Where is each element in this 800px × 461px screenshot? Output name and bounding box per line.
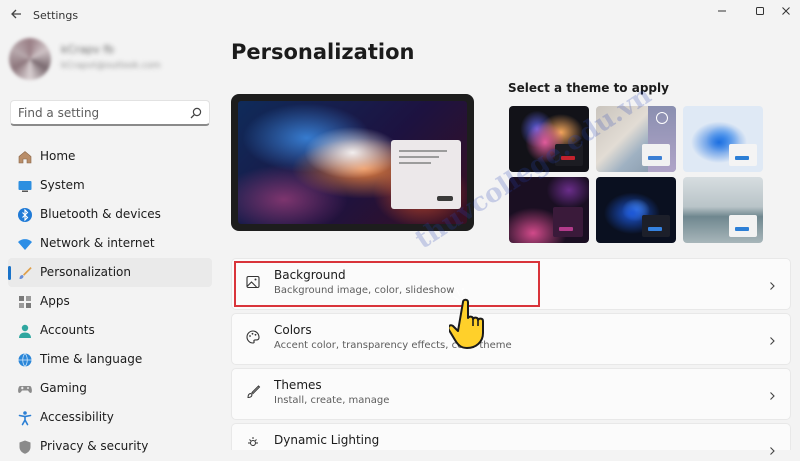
sidebar-item-system[interactable]: System	[8, 171, 212, 200]
title-bar: Settings	[0, 0, 800, 30]
back-arrow-icon[interactable]	[9, 8, 23, 22]
sidebar-item-accessibility[interactable]: Accessibility	[8, 403, 212, 432]
close-button[interactable]	[776, 4, 796, 22]
themes-card-subtitle: Install, create, manage	[274, 395, 390, 406]
sidebar-item-label: Accounts	[40, 323, 95, 337]
search-placeholder: Find a setting	[18, 106, 100, 120]
shield-icon	[17, 439, 33, 455]
sidebar-item-label: Time & language	[40, 352, 143, 366]
theme-thumbnail-6[interactable]	[683, 177, 763, 243]
gamepad-icon	[17, 381, 33, 397]
sidebar-item-label: Apps	[40, 294, 70, 308]
chevron-right-icon	[767, 386, 777, 400]
search-icon[interactable]	[189, 105, 203, 119]
pointing-hand-icon	[447, 288, 515, 354]
apps-icon	[17, 294, 33, 310]
sidebar-item-label: Gaming	[40, 381, 87, 395]
sidebar-item-network[interactable]: Network & internet	[8, 229, 212, 258]
sidebar-item-privacy-security[interactable]: Privacy & security	[8, 432, 212, 461]
sidebar-item-bluetooth[interactable]: Bluetooth & devices	[8, 200, 212, 229]
chevron-right-icon	[767, 276, 777, 290]
sidebar-item-label: Personalization	[40, 265, 131, 279]
globe-icon	[17, 352, 33, 368]
maximize-button[interactable]	[750, 4, 770, 22]
sidebar-item-home[interactable]: Home	[8, 142, 212, 171]
dynamic-lighting-card-title: Dynamic Lighting	[274, 433, 380, 447]
person-icon	[17, 323, 33, 339]
sidebar-item-accounts[interactable]: Accounts	[8, 316, 212, 345]
search-input[interactable]: Find a setting	[10, 100, 210, 126]
dynamic-lighting-card[interactable]: Dynamic Lighting	[231, 423, 791, 455]
sidebar-item-label: Home	[40, 149, 76, 163]
sidebar-nav: Home System Bluetooth & devices Network …	[8, 142, 212, 461]
window-title: Settings	[33, 9, 79, 22]
system-icon	[17, 178, 33, 194]
lighting-icon	[245, 434, 261, 450]
themes-card[interactable]: Themes Install, create, manage	[231, 368, 791, 420]
themes-card-title: Themes	[274, 378, 322, 392]
wifi-icon	[17, 236, 33, 252]
theme-thumbnail-5[interactable]	[596, 177, 676, 243]
sidebar-item-gaming[interactable]: Gaming	[8, 374, 212, 403]
bluetooth-icon	[17, 207, 33, 223]
brush-icon	[17, 265, 33, 281]
avatar[interactable]	[9, 38, 51, 80]
home-icon	[17, 149, 33, 165]
colors-card-title: Colors	[274, 323, 312, 337]
chevron-right-icon	[767, 331, 777, 345]
sidebar-item-label: Privacy & security	[40, 439, 149, 453]
sidebar-item-time-language[interactable]: Time & language	[8, 345, 212, 374]
sidebar-item-label: Accessibility	[40, 410, 114, 424]
preview-window	[391, 140, 461, 209]
sidebar-item-personalization[interactable]: Personalization	[8, 258, 212, 287]
desktop-preview	[231, 94, 474, 231]
accessibility-icon	[17, 410, 33, 426]
sidebar-item-label: Bluetooth & devices	[40, 207, 161, 221]
user-name: kCrapv fb	[61, 43, 115, 56]
page-title: Personalization	[231, 40, 415, 64]
brush-icon	[245, 384, 261, 400]
user-email: kCrapvt@outlook.com	[61, 61, 161, 71]
sidebar-item-apps[interactable]: Apps	[8, 287, 212, 316]
palette-icon	[245, 329, 261, 345]
theme-thumbnail-3[interactable]	[683, 106, 763, 172]
sidebar-item-label: Network & internet	[40, 236, 155, 250]
sidebar-item-label: System	[40, 178, 85, 192]
minimize-button[interactable]	[712, 4, 732, 22]
